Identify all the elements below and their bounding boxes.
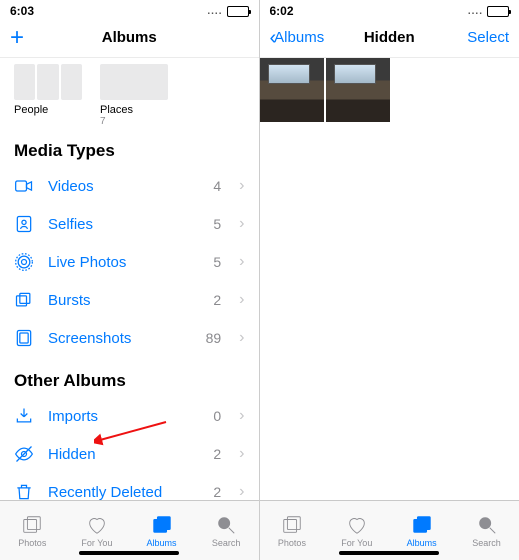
tab-label: Photos bbox=[278, 538, 306, 548]
album-places[interactable]: Places 7 bbox=[100, 64, 168, 127]
row-bursts[interactable]: Bursts 2 › bbox=[0, 281, 259, 319]
row-label: Selfies bbox=[48, 216, 199, 233]
row-live-photos[interactable]: Live Photos 5 › bbox=[0, 243, 259, 281]
photo-grid bbox=[260, 58, 519, 122]
photo-thumbnail[interactable] bbox=[326, 58, 390, 122]
signal-icon: .... bbox=[207, 6, 222, 17]
selfie-icon bbox=[14, 214, 34, 234]
tab-label: Albums bbox=[147, 538, 177, 548]
row-label: Screenshots bbox=[48, 330, 192, 347]
chevron-right-icon: › bbox=[239, 291, 244, 309]
nav-bar: ‹ Albums Hidden Select bbox=[260, 18, 519, 58]
row-count: 2 bbox=[213, 446, 221, 462]
row-count: 5 bbox=[213, 216, 221, 232]
tab-photos[interactable]: Photos bbox=[0, 501, 65, 560]
row-count: 5 bbox=[213, 254, 221, 270]
row-label: Recently Deleted bbox=[48, 484, 199, 501]
row-label: Live Photos bbox=[48, 254, 199, 271]
chevron-right-icon: › bbox=[239, 445, 244, 463]
select-button[interactable]: Select bbox=[439, 29, 509, 46]
nav-bar: + Albums bbox=[0, 18, 259, 58]
card-label: Places bbox=[100, 104, 168, 116]
screenshot-icon bbox=[14, 328, 34, 348]
status-time: 6:03 bbox=[10, 4, 34, 18]
bursts-icon bbox=[14, 290, 34, 310]
tab-label: Photos bbox=[18, 538, 46, 548]
add-button[interactable]: + bbox=[10, 26, 24, 50]
section-other-albums: Other Albums bbox=[0, 357, 259, 397]
home-indicator bbox=[339, 551, 439, 555]
tab-label: For You bbox=[341, 538, 372, 548]
live-icon bbox=[14, 252, 34, 272]
back-label: Albums bbox=[274, 29, 324, 46]
chevron-right-icon: › bbox=[239, 407, 244, 425]
status-time: 6:02 bbox=[270, 4, 294, 18]
row-label: Videos bbox=[48, 178, 199, 195]
row-count: 0 bbox=[213, 408, 221, 424]
row-screenshots[interactable]: Screenshots 89 › bbox=[0, 319, 259, 357]
row-label: Bursts bbox=[48, 292, 199, 309]
nav-title: Albums bbox=[80, 29, 179, 46]
signal-icon: .... bbox=[468, 6, 483, 17]
chevron-right-icon: › bbox=[239, 483, 244, 501]
import-icon bbox=[14, 406, 34, 426]
phone-left: 6:03 .... + Albums People Places 7 Media… bbox=[0, 0, 260, 560]
chevron-right-icon: › bbox=[239, 177, 244, 195]
tab-search[interactable]: Search bbox=[194, 501, 259, 560]
row-count: 2 bbox=[213, 292, 221, 308]
eye-icon bbox=[14, 444, 34, 464]
section-media-types: Media Types bbox=[0, 127, 259, 167]
nav-title: Hidden bbox=[340, 29, 440, 46]
status-bar: 6:02 .... bbox=[260, 0, 519, 18]
status-bar: 6:03 .... bbox=[0, 0, 259, 18]
tab-search[interactable]: Search bbox=[454, 501, 519, 560]
trash-icon bbox=[14, 482, 34, 502]
row-count: 89 bbox=[206, 330, 222, 346]
back-button[interactable]: ‹ Albums bbox=[270, 28, 340, 48]
row-label: Imports bbox=[48, 408, 199, 425]
chevron-right-icon: › bbox=[239, 329, 244, 347]
row-count: 4 bbox=[213, 178, 221, 194]
row-selfies[interactable]: Selfies 5 › bbox=[0, 205, 259, 243]
row-hidden[interactable]: Hidden 2 › bbox=[0, 435, 259, 473]
row-imports[interactable]: Imports 0 › bbox=[0, 397, 259, 435]
tab-label: For You bbox=[81, 538, 112, 548]
video-icon bbox=[14, 176, 34, 196]
row-label: Hidden bbox=[48, 446, 199, 463]
photo-thumbnail[interactable] bbox=[260, 58, 324, 122]
battery-icon bbox=[487, 6, 509, 17]
chevron-right-icon: › bbox=[239, 253, 244, 271]
row-count: 2 bbox=[213, 484, 221, 500]
card-label: People bbox=[14, 104, 82, 116]
card-count: 7 bbox=[100, 116, 168, 127]
album-people[interactable]: People bbox=[14, 64, 82, 127]
tab-label: Search bbox=[212, 538, 241, 548]
phone-right: 6:02 .... ‹ Albums Hidden Select Photos … bbox=[260, 0, 519, 560]
tab-label: Albums bbox=[407, 538, 437, 548]
tab-photos[interactable]: Photos bbox=[260, 501, 325, 560]
row-videos[interactable]: Videos 4 › bbox=[0, 167, 259, 205]
album-cards: People Places 7 bbox=[0, 58, 259, 127]
chevron-right-icon: › bbox=[239, 215, 244, 233]
tab-label: Search bbox=[472, 538, 501, 548]
battery-icon bbox=[227, 6, 249, 17]
home-indicator bbox=[79, 551, 179, 555]
